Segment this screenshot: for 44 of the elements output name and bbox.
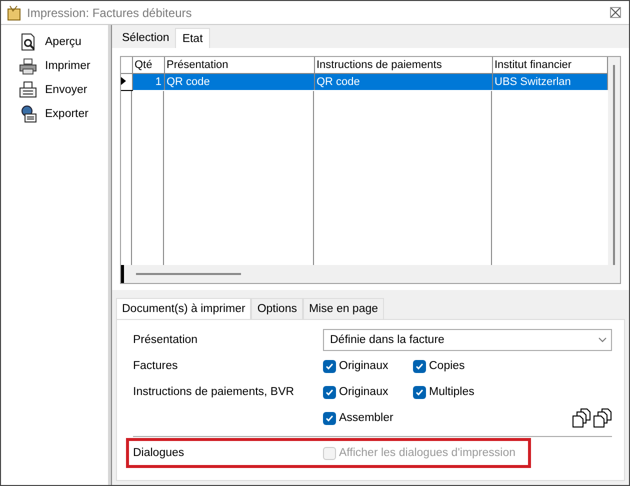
export-icon [19, 105, 37, 123]
checkbox[interactable] [413, 360, 426, 372]
horizontal-scrollbar[interactable] [121, 265, 608, 283]
field-label: Présentation [133, 334, 199, 346]
sidebar-item[interactable]: Envoyer [19, 81, 108, 99]
window-title: Impression: Factures débiteurs [27, 6, 193, 20]
row-label: Dialogues [133, 447, 186, 459]
check-icon [325, 414, 334, 422]
checkbox-label[interactable]: Copies [429, 360, 465, 372]
tab[interactable]: Mise en page [302, 298, 384, 319]
table-cell: UBS Switzerlan [492, 74, 608, 90]
check-icon [325, 362, 334, 370]
pages-icon [572, 408, 591, 428]
check-icon [415, 362, 424, 370]
close-icon[interactable] [610, 7, 621, 18]
checkbox-label[interactable]: Assembler [339, 412, 394, 424]
checkbox-label[interactable]: Originaux [339, 360, 388, 372]
sidebar-item[interactable]: Imprimer [19, 57, 108, 75]
table-cell: 1 [132, 74, 164, 90]
printer-icon [19, 57, 37, 75]
magnifier-page-icon [19, 33, 37, 51]
chevron-down-icon [598, 337, 607, 343]
table-cell: QR code [314, 74, 492, 90]
checkbox-label[interactable]: Originaux [339, 386, 388, 398]
checkbox[interactable] [323, 412, 336, 424]
row-label: Instructions de paiements, BVR [133, 386, 296, 398]
tab[interactable]: Options [251, 298, 303, 319]
sidebar-item[interactable]: Exporter [19, 105, 108, 123]
app-icon [7, 4, 21, 20]
tab[interactable]: Etat [175, 28, 210, 48]
vertical-scrollbar[interactable] [608, 57, 620, 283]
fax-icon [19, 81, 37, 99]
checkbox[interactable] [323, 386, 336, 398]
checkbox-label[interactable]: Multiples [429, 386, 474, 398]
checkbox[interactable] [413, 386, 426, 398]
check-icon [325, 388, 334, 396]
dropdown[interactable]: Définie dans la facture [323, 329, 612, 351]
table-cell: QR code [164, 74, 314, 90]
checkbox[interactable] [323, 360, 336, 372]
tab[interactable]: Document(s) à imprimer [116, 298, 252, 319]
pages-icon [593, 408, 612, 428]
check-icon [415, 388, 424, 396]
row-label: Factures [133, 360, 179, 372]
sidebar-item[interactable]: Aperçu [19, 33, 108, 51]
